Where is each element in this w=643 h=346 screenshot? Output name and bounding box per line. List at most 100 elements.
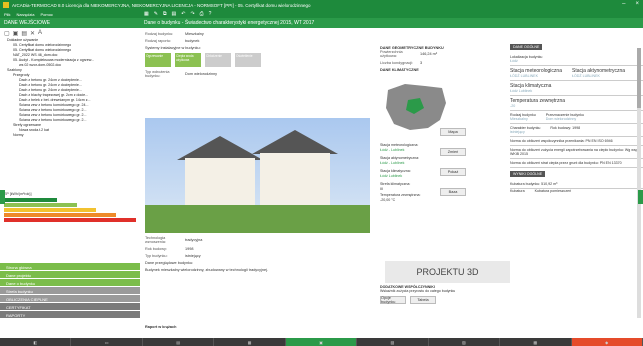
project-3d-button[interactable]: PROJEKTU 3D (385, 261, 510, 283)
bottom-tab[interactable]: ◧ (0, 338, 72, 346)
paste-icon[interactable]: ▤ (172, 11, 177, 17)
deployment-type-value[interactable]: Dom wielorodzinny (185, 72, 217, 76)
bottom-tab[interactable]: ▧ (357, 338, 429, 346)
print-icon[interactable]: ⎙ (200, 11, 204, 17)
heating-tile[interactable]: Ogrzewanie (145, 53, 171, 67)
font-icon[interactable]: A (38, 30, 42, 36)
undo-icon[interactable]: ↶ (181, 11, 185, 17)
building-kind-value[interactable]: istniejący (185, 254, 201, 258)
database-button[interactable]: Baza (440, 188, 466, 196)
energy-bar-d (4, 213, 117, 217)
open-file-icon[interactable]: ▣ (13, 30, 19, 37)
lighting-tile[interactable]: Oświetlenie (235, 53, 261, 67)
tree-item[interactable]: Normy (3, 133, 137, 138)
change-button[interactable]: Zmień (440, 148, 466, 156)
station2-value[interactable]: Łódź - Lublinek (380, 161, 440, 166)
additional-coefficients: DODATKOWE WSPÓŁCZYNNIKI Wskaźnik zużycia… (380, 285, 510, 325)
nav-project-data[interactable]: Dane projektu (0, 271, 140, 279)
nav-building-data[interactable]: Dane o budynku (0, 279, 140, 287)
collapse-left-arrow-icon[interactable] (0, 190, 5, 204)
summary-panel: DANE OGÓLNE Lokalizacja budynku Łódź Sta… (510, 44, 643, 334)
nav-home[interactable]: Strona główna (0, 263, 140, 271)
help-icon[interactable]: ? (209, 11, 212, 17)
report-label: Raport w krążach (145, 325, 177, 329)
building-form: Rodzaj budynku: Mieszkalny Rodzaj raport… (145, 32, 375, 81)
bottom-tab[interactable]: ▤ (143, 338, 215, 346)
menu-bar: Plik Narzędzia Pomoc (0, 10, 140, 18)
building-options-button[interactable]: Opcje budynku (380, 296, 406, 304)
nav-reports[interactable]: RAPORTY (0, 311, 140, 319)
redo-icon[interactable]: ↷ (190, 11, 194, 17)
energy-bar-a (4, 198, 57, 202)
energy-class-scale: EP [kWh/(m²rok)] (4, 192, 136, 232)
table-button[interactable]: Tabela (410, 296, 436, 304)
building-kind-summary-value: Mieszkalny (510, 117, 528, 121)
minimize-button[interactable]: – (622, 1, 625, 7)
menu-item-file[interactable]: Plik (4, 12, 10, 17)
met-station-value: ŁÓDŹ LUBLINEK (510, 74, 538, 78)
area-label: Powierzchnia użytkowa: (380, 50, 403, 58)
grid-icon[interactable]: ▦ (144, 11, 149, 17)
cooling-tile[interactable]: Chłodzenie (205, 53, 231, 67)
house-shape (185, 158, 255, 208)
pencil-icon[interactable]: ✎ (154, 11, 158, 17)
menu-item-tools[interactable]: Narzędzia (16, 12, 34, 17)
bottom-tab[interactable]: ▦ (214, 338, 286, 346)
document-title: Dane o budynku - Świadectwo charakteryst… (140, 18, 643, 28)
hot-water-tile[interactable]: Ciepła woda użytkowa (175, 53, 201, 67)
save-file-icon[interactable]: ▤ (21, 30, 27, 37)
panel-header: DANE WEJŚCIOWE (0, 18, 140, 28)
geometry-section: DANE GEOMETRYCZNE BUDYNKU Powierzchnia u… (380, 46, 510, 134)
collapse-right-arrow-icon[interactable] (638, 190, 643, 204)
building-details: Technologia wznoszenia: tradycyjna Rok b… (145, 236, 375, 275)
building-type-select[interactable]: Mieszkalny (185, 32, 204, 36)
bottom-tab[interactable]: ▨ (429, 338, 501, 346)
navigation-list: Strona główna Dane projektu Dane o budyn… (0, 263, 140, 319)
climate-stations: Stacja meteorologiczna: Łódź - Lublinek … (380, 143, 440, 202)
app-logo-icon (3, 2, 9, 8)
description-label: Dane przeglądowe budynku: (145, 261, 194, 265)
description-field[interactable]: Budynek mieszkalny wielorodzinny, zbudow… (145, 268, 268, 272)
character-value: istniejący (510, 130, 525, 134)
copy-icon[interactable]: ⧉ (163, 11, 167, 17)
energy-bar-e (4, 218, 136, 222)
summary-header: DANE OGÓLNE (510, 44, 543, 50)
act-station-value: ŁÓDŹ LUBLINEK (571, 74, 600, 78)
year-value[interactable]: 1998 (185, 247, 193, 251)
technology-value[interactable]: tradycyjna (185, 238, 202, 242)
temperature-value[interactable]: -20,00 °C (380, 198, 440, 203)
area-value[interactable]: 146,24 m² (420, 52, 437, 56)
house-shape (260, 153, 330, 208)
volume-summary: Kubatura budynku: 510,92 m³ (510, 180, 643, 189)
close-button[interactable]: × (635, 1, 639, 7)
show-button[interactable]: Pokaż (440, 168, 466, 176)
nav-thermal-calc[interactable]: OBLICZENIA CIEPLNE (0, 295, 140, 303)
year-label: Rok budowy: (145, 247, 167, 251)
station1-value[interactable]: Łódź - Lublinek (380, 148, 440, 153)
climate-header: DANE KLIMATYCZNE (380, 68, 419, 72)
poland-map[interactable] (380, 78, 450, 133)
floors-value[interactable]: 3 (420, 61, 422, 65)
window-title: ArCADia-TERMOCAD 8.0 Licencja dla NIEKOM… (12, 2, 311, 8)
bottom-tab-alert[interactable]: ◆ (571, 338, 643, 346)
delete-file-icon[interactable]: ✕ (30, 30, 35, 37)
report-type-select[interactable]: budynek (185, 39, 199, 43)
location-value: Łódź (510, 59, 518, 63)
title-bar: ArCADia-TERMOCAD 8.0 Licencja dla NIEKOM… (0, 0, 643, 10)
systems-label: Systemy instalacyjne w budynku: (145, 46, 201, 50)
toolbar: ▦ ✎ ⧉ ▤ ↶ ↷ ⎙ ? (140, 10, 643, 18)
nav-certificate[interactable]: CERTYFIKAT (0, 303, 140, 311)
station3-value[interactable]: Łódź Lublinek (380, 174, 440, 179)
coefficients-text: Wskaźnik zużycia przyrostu do całego bud… (380, 289, 456, 293)
bottom-tab[interactable]: ▭ (71, 338, 143, 346)
scrollbar-thumb[interactable] (637, 48, 641, 108)
bottom-tab[interactable]: ▩ (500, 338, 572, 346)
lawn-shape (145, 205, 370, 233)
zone-value[interactable]: III (380, 187, 440, 192)
map-button[interactable]: Mapa (440, 128, 466, 136)
nav-building-zone[interactable]: Strefa budynku (0, 287, 140, 295)
menu-item-help[interactable]: Pomoc (40, 12, 52, 17)
new-file-icon[interactable]: ▢ (4, 30, 10, 37)
bottom-tab-active[interactable]: ▣ (285, 338, 358, 346)
file-tree: Dokładne używanie 05. Certyfikat domu wi… (0, 38, 140, 188)
